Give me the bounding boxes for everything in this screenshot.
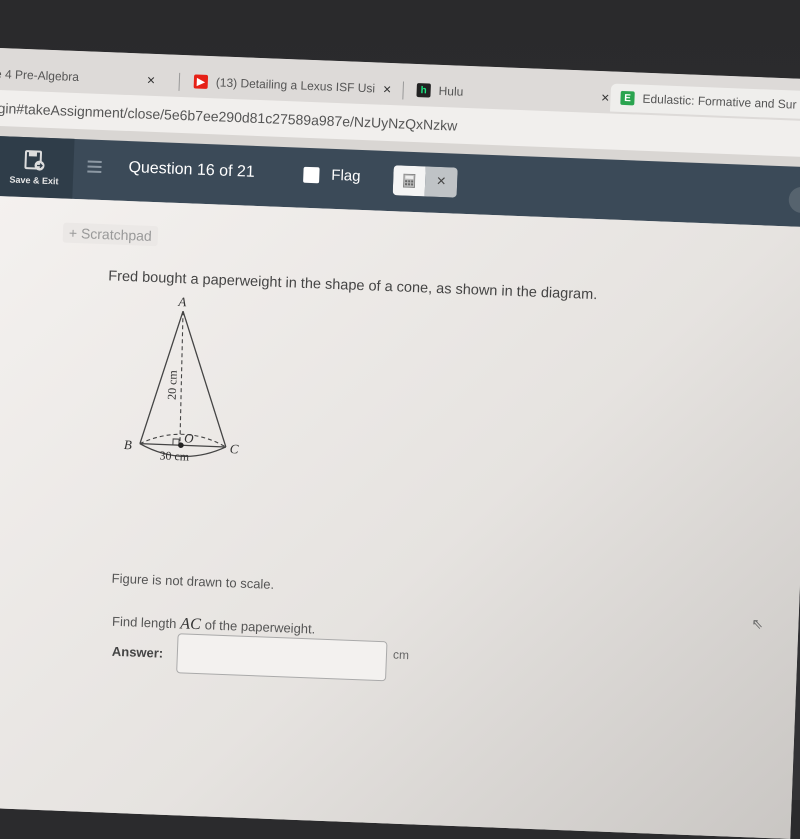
label-c: C bbox=[230, 441, 240, 456]
calculator-icon bbox=[402, 173, 416, 189]
tab-label: e 4 Pre-Algebra bbox=[0, 66, 80, 85]
close-tab-icon[interactable]: × bbox=[147, 72, 156, 88]
close-tab-icon[interactable]: × bbox=[601, 89, 610, 105]
tab-hulu[interactable]: h Hulu × bbox=[416, 76, 610, 111]
close-icon: × bbox=[436, 172, 447, 191]
answer-unit: cm bbox=[392, 647, 410, 663]
question-content: + Scratchpad Fred bought a paperweight i… bbox=[0, 195, 800, 839]
edulastic-icon: E bbox=[620, 90, 635, 106]
tab-label: Hulu bbox=[438, 83, 464, 99]
close-tab-icon[interactable]: × bbox=[383, 81, 392, 97]
prompt-after: of the paperweight. bbox=[204, 617, 316, 637]
sidebar-toggle-button[interactable]: ‹ bbox=[788, 186, 800, 214]
save-icon bbox=[24, 150, 45, 171]
prompt-before: Find length bbox=[111, 613, 177, 632]
right-angle-mark bbox=[172, 438, 180, 446]
save-exit-button[interactable]: Save & Exit bbox=[0, 135, 75, 199]
tab-label: (13) Detailing a Lexus ISF Usi bbox=[215, 75, 376, 96]
label-a: A bbox=[177, 294, 187, 309]
hulu-icon: h bbox=[416, 83, 431, 98]
diameter-label: 30 cm bbox=[159, 448, 190, 463]
cone-diagram: A O B C 30 cm 20 cm bbox=[124, 294, 240, 464]
scratchpad-button[interactable]: + Scratchpad bbox=[62, 222, 159, 247]
prompt-variable: AC bbox=[180, 615, 202, 634]
height-label: 20 cm bbox=[165, 369, 180, 400]
label-o: O bbox=[184, 430, 195, 445]
save-exit-label: Save & Exit bbox=[9, 174, 59, 187]
mouse-cursor-icon: ⇖ bbox=[751, 615, 764, 632]
cone-side-right bbox=[182, 311, 227, 448]
scale-note: Figure is not drawn to scale. bbox=[111, 570, 275, 592]
tool-buttons: × bbox=[392, 165, 458, 198]
question-counter: Question 16 of 21 bbox=[128, 159, 256, 181]
close-tool-button[interactable]: × bbox=[424, 166, 458, 198]
screen: e 4 Pre-Algebra × ▶ (13) Detailing a Lex… bbox=[0, 48, 800, 839]
tab-pre-algebra[interactable]: e 4 Pre-Algebra × bbox=[0, 60, 156, 94]
menu-icon[interactable] bbox=[87, 157, 102, 176]
flag-label: Flag bbox=[331, 166, 361, 185]
calculator-button[interactable] bbox=[392, 165, 426, 197]
answer-input[interactable] bbox=[176, 633, 388, 682]
label-b: B bbox=[124, 437, 133, 452]
tab-separator bbox=[178, 72, 181, 91]
answer-label: Answer: bbox=[111, 643, 164, 661]
tab-label: Edulastic: Formative and Sur bbox=[642, 91, 797, 112]
checkbox-icon[interactable] bbox=[303, 166, 320, 183]
url-text[interactable]: gin#takeAssignment/close/5e6b7ee290d81c2… bbox=[0, 100, 458, 134]
tab-separator bbox=[402, 81, 405, 100]
flag-checkbox[interactable]: Flag bbox=[303, 166, 361, 185]
youtube-icon: ▶ bbox=[193, 74, 209, 89]
